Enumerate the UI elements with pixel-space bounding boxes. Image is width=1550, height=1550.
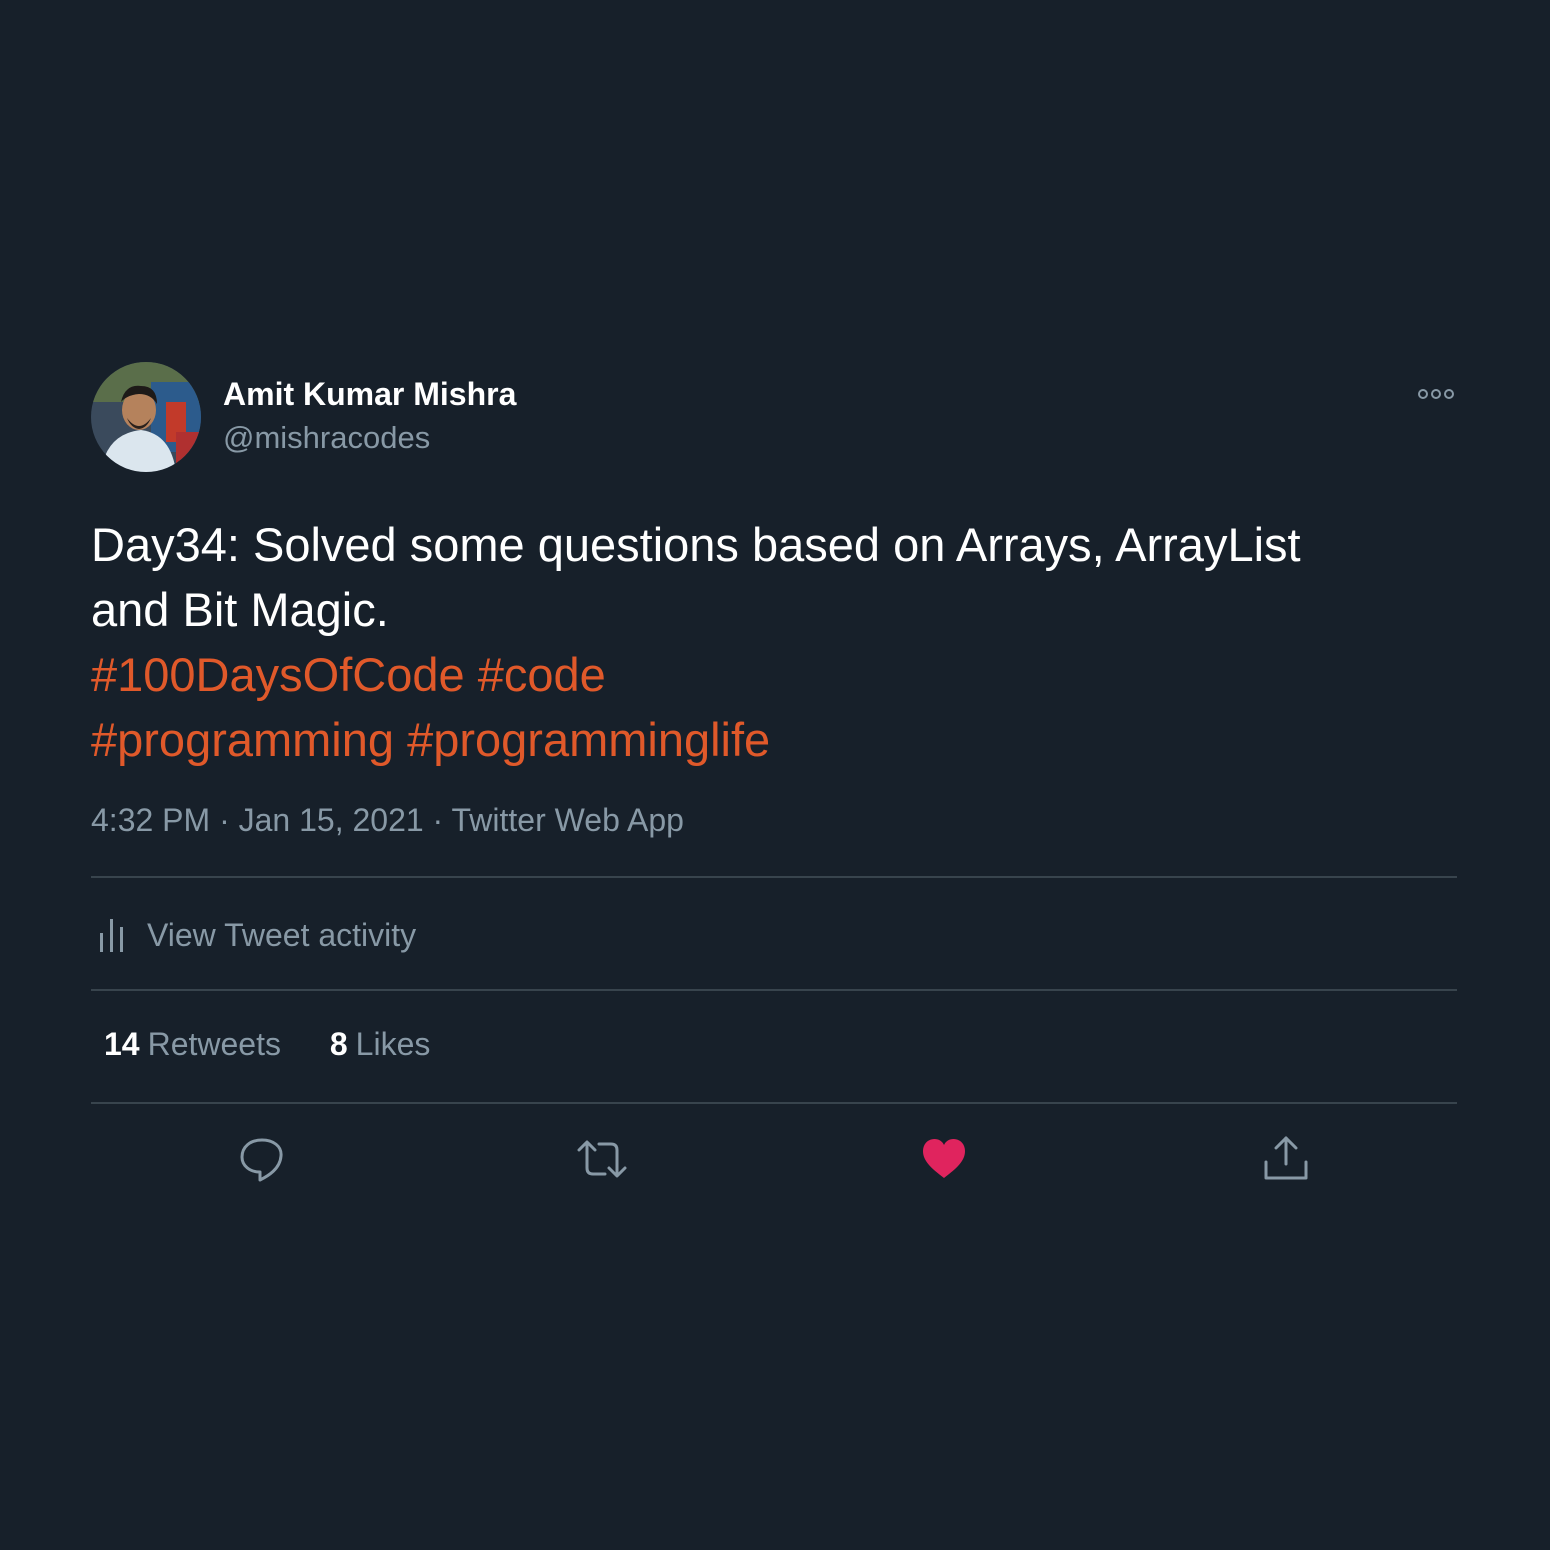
engagement-stats: 14 Retweets 8 Likes: [104, 1026, 470, 1063]
tweet-text: Day34: Solved some questions based on Ar…: [91, 512, 1457, 772]
hashtag-line: #100DaysOfCode #code: [91, 642, 1457, 707]
likes-stat[interactable]: 8 Likes: [330, 1026, 431, 1062]
bar-chart-icon: [100, 919, 123, 952]
retweets-stat[interactable]: 14 Retweets: [104, 1026, 281, 1062]
retweet-icon: [577, 1140, 627, 1178]
retweets-count: 14: [104, 1026, 140, 1062]
author-handle[interactable]: @mishracodes: [223, 420, 430, 456]
hashtag-100daysofcode[interactable]: #100DaysOfCode: [91, 648, 465, 701]
retweet-button[interactable]: [575, 1132, 629, 1186]
author-display-name[interactable]: Amit Kumar Mishra: [223, 376, 516, 413]
profile-photo-icon: [91, 362, 201, 472]
reply-icon: [240, 1138, 283, 1182]
divider: [91, 989, 1457, 991]
hashtag-line: #programming #programminglife: [91, 707, 1457, 772]
hashtag-programming[interactable]: #programming: [91, 713, 394, 766]
share-button[interactable]: [1259, 1132, 1313, 1186]
tweet-text-line: and Bit Magic.: [91, 583, 389, 636]
divider: [91, 876, 1457, 878]
meta-separator: ·: [432, 802, 444, 838]
hashtag-code[interactable]: #code: [478, 648, 606, 701]
tweet-source[interactable]: Twitter Web App: [452, 802, 684, 838]
reply-button[interactable]: [235, 1132, 289, 1186]
avatar[interactable]: [91, 362, 201, 472]
tweet-header: Amit Kumar Mishra @mishracodes: [91, 362, 1457, 474]
retweets-label: Retweets: [147, 1026, 281, 1062]
tweet-time[interactable]: 4:32 PM: [91, 802, 210, 838]
likes-count: 8: [329, 1026, 348, 1062]
view-tweet-activity-link[interactable]: View Tweet activity: [91, 910, 416, 960]
tweet-actions-bar: [91, 1132, 1457, 1186]
more-options-icon: [1418, 389, 1454, 399]
likes-label: Likes: [355, 1026, 431, 1062]
like-button[interactable]: [917, 1132, 971, 1186]
tweet-date[interactable]: Jan 15, 2021: [239, 802, 424, 838]
more-options-button[interactable]: [1417, 382, 1457, 406]
hashtag-programminglife[interactable]: #programminglife: [407, 713, 770, 766]
divider: [91, 1102, 1457, 1104]
tweet-text-line: Day34: Solved some questions based on Ar…: [91, 518, 1301, 571]
meta-separator: ·: [219, 802, 230, 838]
share-icon: [1264, 1136, 1308, 1180]
tweet-card: Amit Kumar Mishra @mishracodes Day34: So…: [91, 362, 1457, 1182]
heart-icon: [923, 1139, 965, 1178]
view-tweet-activity-label: View Tweet activity: [147, 916, 417, 953]
tweet-metadata: 4:32 PM · Jan 15, 2021 · Twitter Web App: [91, 802, 684, 839]
